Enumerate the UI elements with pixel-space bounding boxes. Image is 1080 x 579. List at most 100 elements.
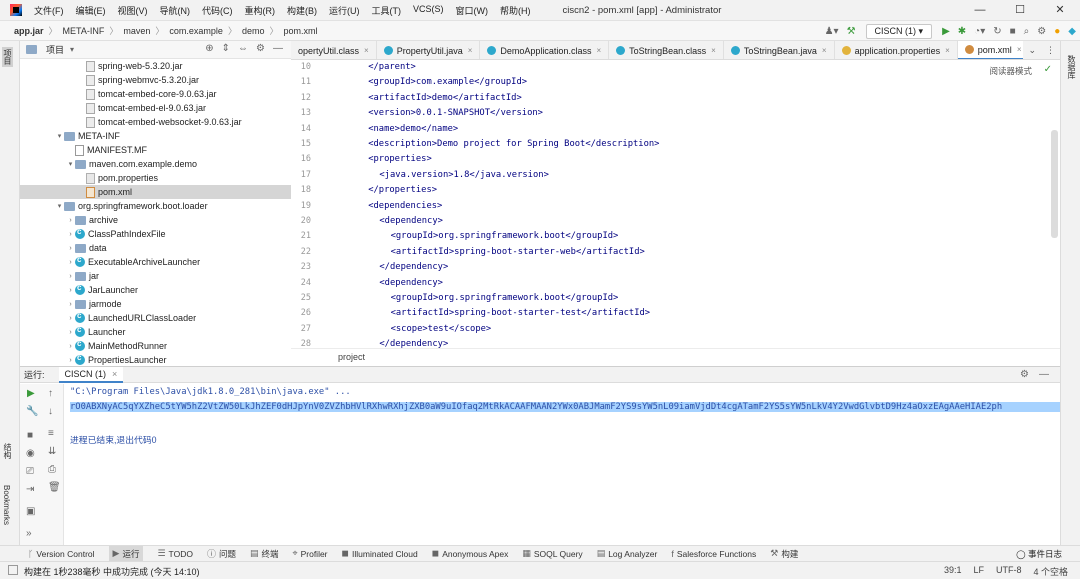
bottom-tool-button[interactable]: ⚒ 构建 [770,548,798,560]
tree-item[interactable]: › MainMethodRunner [20,339,291,353]
locate-icon[interactable]: ⊕ [205,43,213,54]
bottom-tool-button[interactable]: ☰ TODO [157,548,192,559]
chevron-icon[interactable]: › [66,329,75,336]
more-icon[interactable]: » [26,528,32,539]
scroll-end-icon[interactable]: ⇊ [48,446,56,457]
reader-mode-toggle[interactable]: 阅读器模式 [989,65,1032,77]
menu-item[interactable]: 代码(C) [196,4,239,17]
run-tab[interactable]: CISCN (1) × [58,366,124,383]
editor-breadcrumb-item[interactable]: project [338,352,365,362]
user-icon[interactable]: ♟▾ [825,26,839,37]
tree-item[interactable]: › data [20,241,291,255]
run-config-select[interactable]: CISCN (1) ▾ [865,23,933,39]
editor-tab[interactable]: PropertyUtil.java × [377,41,481,59]
login-icon[interactable]: ⇥ [26,484,34,495]
minimize-button[interactable]: — [960,0,1000,21]
chevron-icon[interactable]: ▾ [55,132,64,140]
caret-position[interactable]: 39:1 [944,565,962,578]
menu-item[interactable]: 构建(B) [281,4,323,17]
project-tool-tab[interactable]: 项目 [2,47,13,67]
collapse-all-icon[interactable]: ⇕ [222,43,230,54]
menu-item[interactable]: 导航(N) [154,4,197,17]
breadcrumb-item[interactable]: demo [242,26,265,36]
chevron-icon[interactable]: › [66,245,75,252]
tree-item[interactable]: › jar [20,269,291,283]
gear-icon[interactable]: ⚙ [256,43,265,54]
stop-icon[interactable]: ■ [27,430,33,441]
breadcrumb-item[interactable]: pom.xml [283,26,317,36]
chevron-icon[interactable]: › [66,273,75,280]
bottom-tool-button[interactable]: ◼ Anonymous Apex [432,548,509,559]
bottom-tool-button[interactable]: ⓘ 问题 [207,547,236,560]
event-log-button[interactable]: ◯ 事件日志 [1016,548,1062,560]
breadcrumb-item[interactable]: app.jar [14,26,44,36]
editor-tab[interactable]: ToStringBean.java × [724,41,835,59]
close-button[interactable]: ✕ [1040,0,1080,21]
bottom-tool-button[interactable]: ◼ Illuminated Cloud [342,548,418,559]
menu-item[interactable]: 工具(T) [366,4,408,17]
chevron-icon[interactable]: › [66,287,75,294]
tree-item[interactable]: › archive [20,213,291,227]
run-console[interactable]: "C:\Program Files\Java\jdk1.8.0_281\bin\… [64,384,1060,545]
chevron-icon[interactable]: › [66,343,75,350]
database-tool-tab[interactable]: 数据库 [1066,55,1077,79]
tree-item[interactable]: › jarmode [20,297,291,311]
settings-icon[interactable]: ⚙ [1037,26,1046,37]
soft-wrap-icon[interactable]: ≡ [48,428,54,439]
menu-item[interactable]: 运行(U) [323,4,366,17]
project-panel-title[interactable]: 项目 [46,43,64,56]
editor-tab[interactable]: application.properties × [835,41,958,59]
chevron-icon[interactable]: › [66,315,75,322]
tree-item[interactable]: › ExecutableArchiveLauncher [20,255,291,269]
indent-setting[interactable]: 4 个空格 [1033,565,1068,578]
tree-item[interactable]: › LaunchedURLClassLoader [20,311,291,325]
tree-item[interactable]: › PropertiesLauncher [20,353,291,365]
editor-tab[interactable]: pom.xml × [957,41,1030,59]
debug-icon[interactable]: ✱ [958,26,966,37]
breadcrumb-item[interactable]: META-INF [63,26,105,36]
tree-item[interactable]: ▾ maven.com.example.demo [20,157,291,171]
close-icon[interactable]: × [112,369,117,379]
hide-icon[interactable]: — [1039,369,1049,380]
restore-layout-icon[interactable]: ⎚ [26,466,34,477]
chevron-icon[interactable]: › [66,259,75,266]
tree-item[interactable]: tomcat-embed-websocket-9.0.63.jar [20,115,291,129]
coverage-icon[interactable]: ◔▾ [974,26,985,37]
bookmarks-tool-tab[interactable]: Bookmarks [2,485,11,525]
code-editor[interactable]: 10 11 12 13 14 15 16 17 18 19 20 21 22 23 24 25 26 27 28 <… [291,60,1060,348]
menu-item[interactable]: 窗口(W) [450,4,495,17]
tree-item[interactable]: › Launcher [20,325,291,339]
search-icon[interactable]: ⌕ [1024,26,1030,37]
menu-item[interactable]: 帮助(H) [494,4,537,17]
structure-tool-tab[interactable]: 结构 [2,443,13,459]
menu-item[interactable]: 重构(R) [239,4,282,17]
bottom-tool-button[interactable]: ▶ 运行 [108,546,144,561]
tree-item[interactable]: › JarLauncher [20,283,291,297]
line-separator[interactable]: LF [973,565,984,578]
chevron-icon[interactable]: ▾ [55,202,64,210]
plugin-icon[interactable]: ◆ [1068,26,1076,37]
chevron-icon[interactable]: › [66,301,75,308]
tree-item[interactable]: tomcat-embed-core-9.0.63.jar [20,87,291,101]
rerun-icon[interactable]: ▶ [27,388,35,399]
breadcrumb-item[interactable]: maven [123,26,150,36]
close-icon[interactable]: × [711,46,716,55]
close-icon[interactable]: × [1017,45,1022,54]
gear-icon[interactable]: ⚙ [1020,369,1029,380]
close-icon[interactable]: × [822,46,827,55]
menu-item[interactable]: VCS(S) [407,4,450,17]
menu-item[interactable]: 视图(V) [112,4,154,17]
bottom-tool-button[interactable]: ▤ Log Analyzer [597,548,658,559]
file-encoding[interactable]: UTF-8 [996,565,1022,578]
tree-item[interactable]: pom.xml [20,185,291,199]
breadcrumb-item[interactable]: com.example [169,26,223,36]
chevron-icon[interactable]: › [66,217,75,224]
status-message[interactable]: 构建在 1秒238毫秒 中成功完成 (今天 14:10) [24,565,200,578]
tree-item[interactable]: spring-webmvc-5.3.20.jar [20,73,291,87]
chevron-icon[interactable]: › [66,231,75,238]
close-icon[interactable]: × [364,46,369,55]
stop-icon[interactable]: ■ [1010,26,1016,37]
bottom-tool-button[interactable]: ⌖ Profiler [293,548,328,559]
run-icon[interactable]: ▶ [942,26,950,37]
chevron-down-icon[interactable]: ▾ [70,45,74,54]
